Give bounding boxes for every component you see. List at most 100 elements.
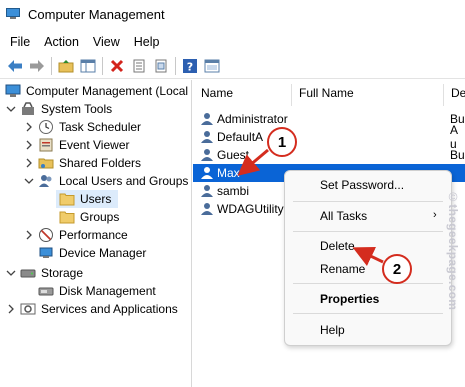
computer-icon [5,83,21,99]
tree-item-event-viewer[interactable]: Event Viewer [24,136,129,154]
chevron-right-icon[interactable] [6,304,16,314]
user-description: Bu [450,148,465,162]
column-divider[interactable] [443,84,444,106]
tree-item-label: System Tools [41,102,113,116]
help-icon[interactable]: ? [179,55,201,77]
menu-item-all-tasks[interactable]: All Tasks [320,209,367,223]
tree-item-computer-management[interactable]: Computer Management (Local [5,82,188,100]
chevron-down-icon[interactable] [6,268,16,278]
back-icon[interactable] [4,55,26,77]
menu-item-delete[interactable]: Delete [320,239,355,253]
chevron-down-icon[interactable] [24,176,34,186]
menu-separator [293,231,443,232]
menu-item-set-password[interactable]: Set Password... [320,178,404,192]
list-row-guest[interactable]: Guest Bu [193,146,465,164]
chevron-right-icon[interactable] [24,122,34,132]
svg-text:?: ? [187,60,193,73]
tree-item-label: Local Users and Groups [59,174,189,188]
services-icon [20,301,36,317]
computer-management-icon [6,8,20,19]
tree-item-label: Computer Management (Local [26,84,189,98]
column-header-name[interactable]: Name [201,86,233,106]
chevron-right-icon[interactable] [24,158,34,168]
tree-item-label: Task Scheduler [59,120,142,134]
list-row-administrator[interactable]: Administrator Bu [193,110,465,128]
shared-folder-icon [38,155,54,171]
user-name: Max [217,166,240,180]
menu-item-rename[interactable]: Rename [320,262,365,276]
tree-item-label: Shared Folders [59,156,142,170]
tree-item-label: Groups [80,210,120,224]
context-menu: Set Password... All Tasks › Delete Renam… [284,170,452,346]
tree-item-label: Disk Management [59,284,156,298]
user-icon [201,167,213,179]
tree-item-disk-management[interactable]: Disk Management [38,282,156,300]
user-icon [201,149,213,161]
user-name: Guest [217,148,250,162]
toolbar-separator [102,56,103,75]
list-row-defaulta[interactable]: DefaultA A u [193,123,465,151]
user-name: Administrator [217,112,288,126]
menu-action[interactable]: Action [37,32,86,52]
tree-item-label: Services and Applications [41,302,178,316]
menu-help[interactable]: Help [127,32,167,52]
column-header-description[interactable]: De [451,86,465,106]
tree-item-task-scheduler[interactable]: Task Scheduler [24,118,141,136]
menu-item-properties[interactable]: Properties [320,292,379,306]
mmc-pane-icon[interactable] [201,55,223,77]
export-list-icon[interactable] [150,55,172,77]
step-badge-1: 1 [267,127,297,157]
tree-item-label: Users [80,192,112,206]
column-divider[interactable] [291,84,292,106]
tree-item-system-tools[interactable]: System Tools [6,100,112,118]
folder-icon [59,209,75,225]
disk-icon [38,283,54,299]
up-folder-icon[interactable] [55,55,77,77]
performance-icon [38,227,54,243]
tree-item-label: Performance [59,228,128,242]
user-icon [201,203,213,215]
menu-view[interactable]: View [86,32,127,52]
tree-item-label: Storage [41,266,84,280]
user-icon [201,131,213,143]
delete-icon[interactable] [106,55,128,77]
user-name: WDAGUtility [217,202,284,216]
menu-separator [293,201,443,202]
clock-icon [38,119,54,135]
tree-item-users[interactable]: Users [56,190,118,208]
watermark: ©thegeekpage.com [446,190,460,311]
toolbar-separator [51,56,52,75]
user-icon [201,185,213,197]
tree-item-storage[interactable]: Storage [6,264,83,282]
chevron-right-icon[interactable] [24,230,34,240]
tree-item-services-and-applications[interactable]: Services and Applications [6,300,178,318]
event-viewer-icon [38,137,54,153]
tree-item-performance[interactable]: Performance [24,226,128,244]
column-header-full-name[interactable]: Full Name [299,86,354,106]
tools-icon [20,101,36,117]
tree-item-device-manager[interactable]: Device Manager [38,244,146,262]
menu-item-help[interactable]: Help [320,323,345,337]
show-hide-tree-icon[interactable] [77,55,99,77]
menu-bar: File Action View Help [0,31,465,53]
menu-separator [293,283,443,284]
toolbar-separator [175,56,176,75]
chevron-down-icon[interactable] [6,104,16,114]
tree-item-shared-folders[interactable]: Shared Folders [24,154,141,172]
user-name: DefaultA [217,130,264,144]
tree-item-label: Event Viewer [59,138,130,152]
step-badge-2: 2 [382,254,412,284]
tree-item-local-users-and-groups[interactable]: Local Users and Groups [24,172,188,190]
chevron-right-icon[interactable] [24,140,34,150]
menu-separator [293,313,443,314]
console-tree: Computer Management (Local System Tools … [0,80,192,387]
tree-item-groups[interactable]: Groups [59,208,119,226]
folder-icon [59,191,75,207]
properties-icon[interactable] [128,55,150,77]
menu-file[interactable]: File [3,32,37,52]
users-icon [38,173,54,189]
storage-icon [20,265,36,281]
toolbar: ? [0,53,465,79]
device-manager-icon [38,245,54,261]
forward-icon[interactable] [26,55,48,77]
